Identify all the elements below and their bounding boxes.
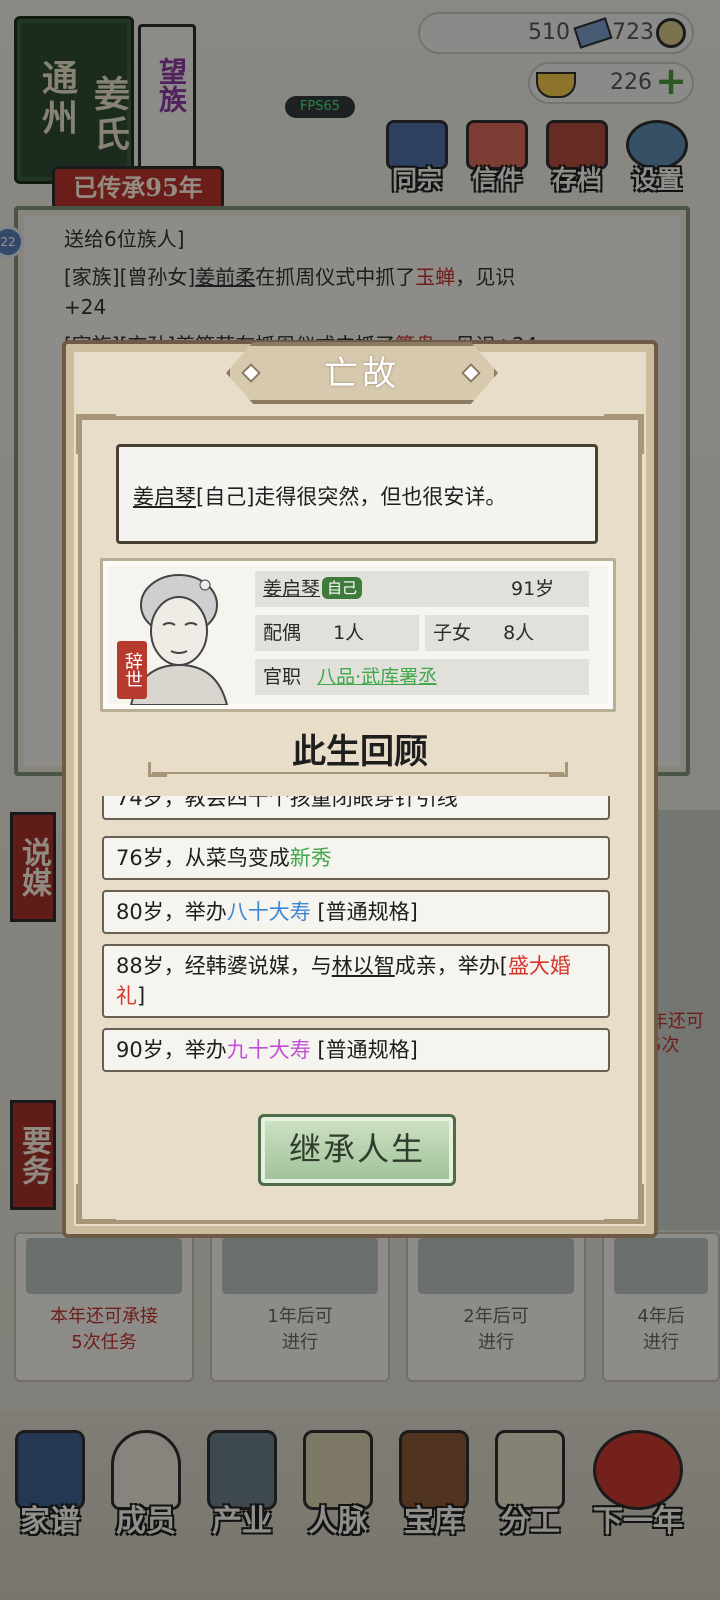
death-text: [自己]走得很突然，但也很安详。 xyxy=(196,485,507,509)
spouse-row: 配偶 1人 xyxy=(255,615,419,651)
person-name[interactable]: 姜启琴 xyxy=(263,578,320,600)
corner-ornament xyxy=(604,1184,644,1224)
review-text: 88岁，经韩婆说媒，与 xyxy=(116,954,332,978)
review-item: 88岁，经韩婆说媒，与林以智成亲，举办[盛大婚礼] xyxy=(102,944,610,1018)
corner-ornament xyxy=(604,414,644,454)
review-text: [普通规格] xyxy=(310,1038,418,1062)
children-value: 8人 xyxy=(503,622,535,644)
name-row: 姜启琴 自己 91岁 xyxy=(255,571,589,607)
children-label: 子女 xyxy=(433,622,472,644)
review-divider xyxy=(148,762,568,777)
self-badge: 自己 xyxy=(322,577,363,599)
spouse-value: 1人 xyxy=(333,622,365,644)
review-person-link[interactable]: 林以智 xyxy=(332,954,395,978)
review-highlight: 新秀 xyxy=(289,846,332,870)
review-text: [普通规格] xyxy=(310,900,418,924)
review-highlight: 九十大寿 xyxy=(226,1038,311,1062)
corner-ornament xyxy=(76,414,116,454)
life-review-list[interactable]: 74岁，教会四十个孩童闭眼穿针引线 76岁，从菜鸟变成新秀 80岁，举办八十大寿… xyxy=(102,796,614,1096)
review-text: 90岁，举办 xyxy=(116,1038,227,1062)
dialog-title: 亡故 xyxy=(226,342,498,404)
review-item: 74岁，教会四十个孩童闭眼穿针引线 xyxy=(102,796,610,820)
review-item: 90岁，举办九十大寿 [普通规格] xyxy=(102,1028,610,1072)
review-highlight: 八十大寿 xyxy=(226,900,311,924)
review-item: 76岁，从菜鸟变成新秀 xyxy=(102,836,610,880)
inherit-life-button[interactable]: 继承人生 xyxy=(258,1114,456,1186)
review-item: 80岁，举办八十大寿 [普通规格] xyxy=(102,890,610,934)
deceased-seal: 辞世 xyxy=(117,641,147,699)
review-text: 成亲，举办[ xyxy=(394,954,508,978)
review-text: 80岁，举办 xyxy=(116,900,227,924)
review-text: ] xyxy=(137,984,146,1008)
office-link[interactable]: 八品·武库署丞 xyxy=(317,666,437,688)
spouse-label: 配偶 xyxy=(263,622,302,644)
death-message: 姜启琴[自己]走得很突然，但也很安详。 xyxy=(116,444,598,544)
deceased-name[interactable]: 姜启琴 xyxy=(133,485,196,509)
children-row: 子女 8人 xyxy=(425,615,589,651)
office-label: 官职 xyxy=(263,666,302,688)
death-dialog: 亡故 姜启琴[自己]走得很突然，但也很安详。 辞世 姜启琴 自己 91岁 配偶 1… xyxy=(62,340,658,1238)
person-age: 91岁 xyxy=(511,578,555,600)
corner-ornament xyxy=(76,1184,116,1224)
review-text: 76岁，从菜鸟变成 xyxy=(116,846,290,870)
person-card: 辞世 姜启琴 自己 91岁 配偶 1人 子女 8人 官职 八品·武库署丞 xyxy=(100,558,616,712)
office-row: 官职 八品·武库署丞 xyxy=(255,659,589,695)
